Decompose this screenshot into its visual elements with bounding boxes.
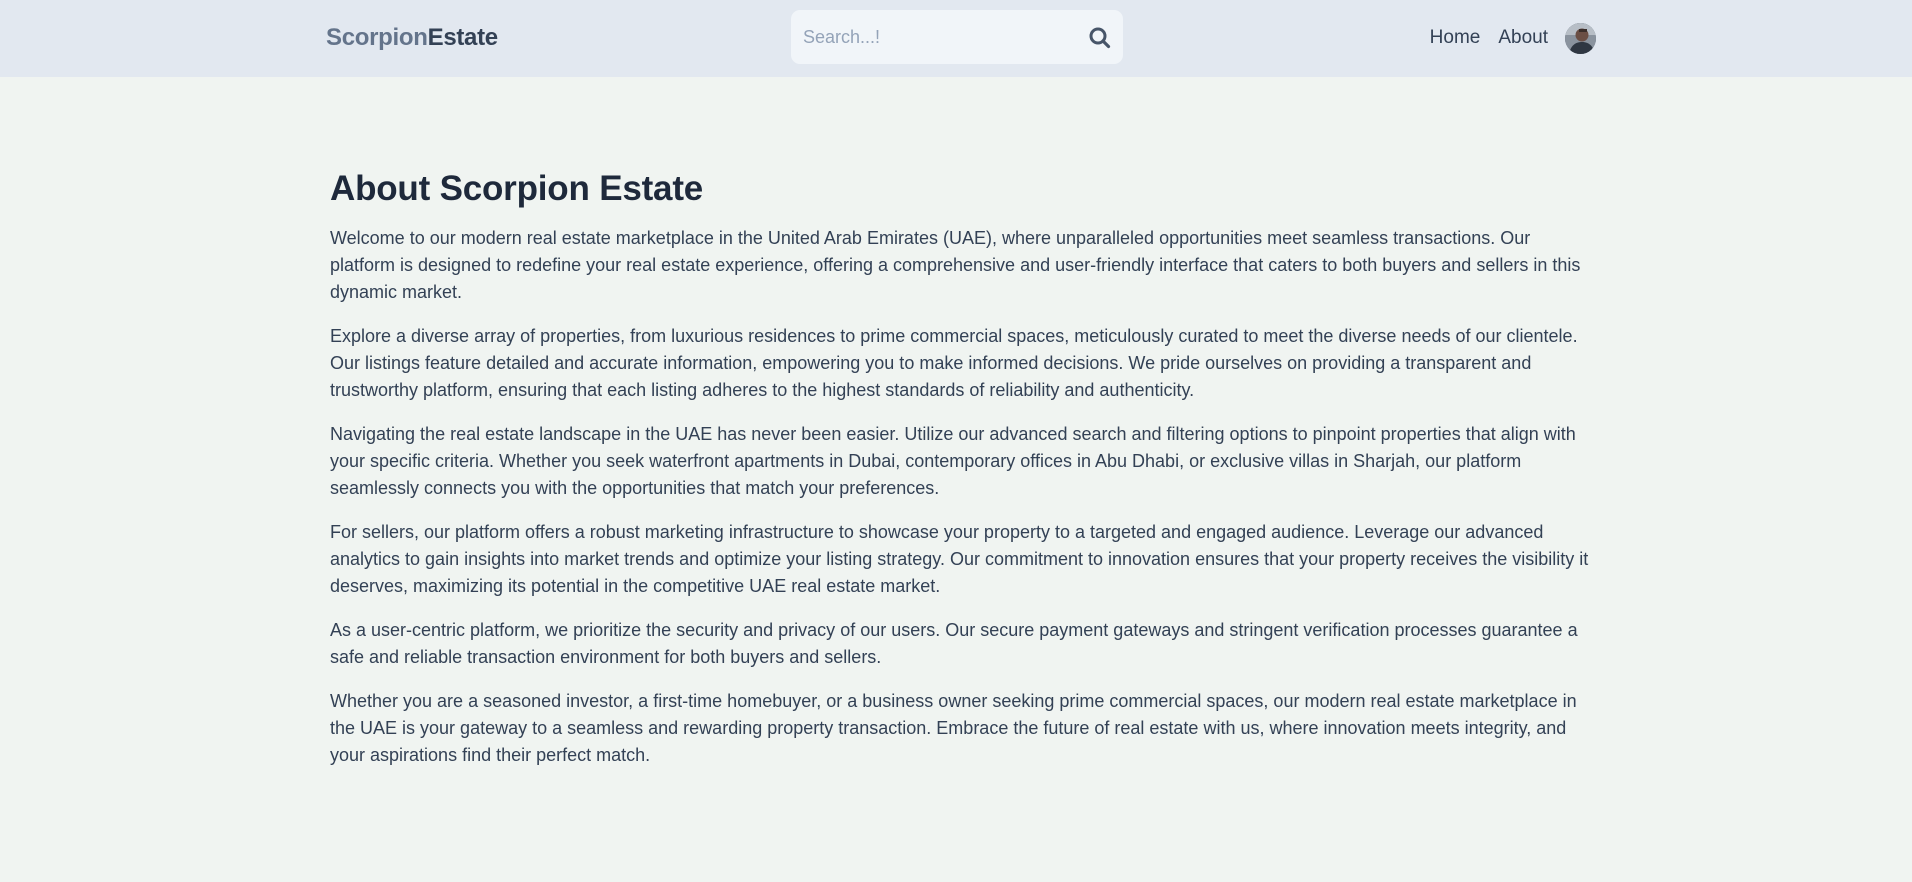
search-form xyxy=(791,10,1123,64)
about-paragraph-3: Navigating the real estate landscape in … xyxy=(330,424,1576,498)
page-title: About Scorpion Estate xyxy=(330,169,704,208)
top-navbar: ScorpionEstate Home About xyxy=(0,0,1912,77)
about-paragraph-5: As a user-centric platform, we prioritiz… xyxy=(330,620,1578,667)
nav-link-about[interactable]: About xyxy=(1498,27,1548,49)
main-nav: Home About xyxy=(1430,20,1596,56)
about-paragraph-4: For sellers, our platform offers a robus… xyxy=(330,522,1589,596)
user-avatar[interactable] xyxy=(1565,22,1596,54)
search-icon[interactable] xyxy=(1087,25,1113,51)
about-paragraph-2: Explore a diverse array of properties, f… xyxy=(330,326,1578,400)
search-input[interactable] xyxy=(803,10,1073,64)
about-paragraph-6: Whether you are a seasoned investor, a f… xyxy=(330,691,1577,765)
about-paragraph-1: Welcome to our modern real estate market… xyxy=(330,228,1581,302)
nav-link-home[interactable]: Home xyxy=(1430,27,1481,49)
logo-text-estate: Estate xyxy=(427,24,499,51)
about-content: About Scorpion Estate Welcome to our mod… xyxy=(330,165,1592,786)
site-logo[interactable]: ScorpionEstate xyxy=(326,24,498,52)
user-avatar-icon xyxy=(1565,22,1596,54)
logo-text-scorpion: Scorpion xyxy=(326,24,428,51)
